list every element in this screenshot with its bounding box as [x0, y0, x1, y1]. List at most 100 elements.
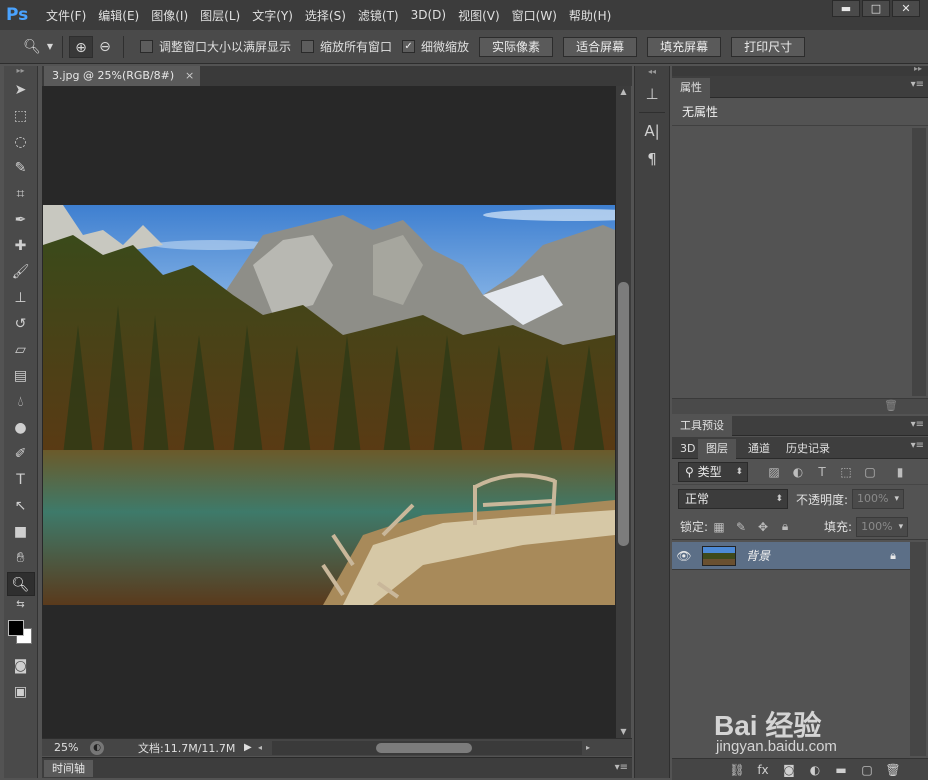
close-tab-icon[interactable]: × — [185, 66, 194, 86]
lock-all-icon[interactable]: 🔒︎ — [774, 519, 796, 534]
healing-brush-tool-icon[interactable]: ✚ — [7, 234, 35, 258]
status-menu-arrow-icon[interactable]: ▶ — [244, 742, 258, 753]
lock-position-icon[interactable]: ✥ — [752, 520, 774, 534]
filter-shape-icon[interactable]: ⬚ — [834, 465, 858, 479]
expand-icon[interactable]: ▸▸ — [914, 64, 922, 73]
zoom-out-icon[interactable]: ⊖ — [93, 36, 117, 58]
zoom-all-windows-checkbox[interactable]: 缩放所有窗口 — [301, 38, 392, 55]
paragraph-panel-icon[interactable]: ¶ — [637, 147, 667, 171]
menu-select[interactable]: 选择(S) — [305, 7, 346, 24]
screen-mode-icon[interactable]: ▣ — [7, 680, 35, 704]
zoom-level-field[interactable]: 25% — [42, 741, 90, 754]
scrubby-zoom-checkbox[interactable]: ✓ 细微缩放 — [402, 38, 469, 55]
eraser-tool-icon[interactable]: ▱ — [7, 338, 35, 362]
menu-file[interactable]: 文件(F) — [46, 7, 86, 24]
lock-image-icon[interactable]: ✎ — [730, 520, 752, 534]
checkbox-checked[interactable]: ✓ — [402, 40, 416, 53]
checkbox-box[interactable] — [140, 40, 153, 53]
layer-filter-select[interactable]: ⚲ 类型 ⬍ — [678, 461, 748, 482]
print-size-button[interactable]: 打印尺寸 — [731, 36, 806, 57]
visibility-eye-icon[interactable]: 👁︎ — [672, 549, 696, 563]
delete-layer-icon[interactable]: 🗑︎ — [880, 763, 906, 777]
layer-row-background[interactable]: 👁︎ 背景 🔒︎ — [672, 542, 910, 570]
zoom-in-icon[interactable]: ⊕ — [69, 35, 93, 58]
opacity-field[interactable]: 100% ▾ — [852, 489, 905, 509]
close-window-button[interactable]: ✕ — [892, 0, 920, 17]
properties-scrollbar[interactable] — [912, 128, 926, 396]
vertical-scrollbar[interactable]: ▲ ▼ — [616, 86, 631, 738]
maximize-button[interactable]: □ — [862, 0, 890, 17]
actual-pixels-button[interactable]: 实际像素 — [479, 36, 554, 57]
collapse-icon[interactable]: ◂◂ — [635, 66, 669, 78]
filter-pixel-icon[interactable]: ▨ — [762, 465, 786, 479]
eyedropper-tool-icon[interactable]: ✒ — [7, 208, 35, 232]
fill-screen-button[interactable]: 填充屏幕 — [647, 36, 722, 57]
adjustment-layer-icon[interactable]: ◐ — [802, 763, 828, 777]
status-info-icon[interactable]: ◐ — [90, 740, 104, 755]
blend-mode-select[interactable]: 正常 ⬍ — [678, 489, 788, 509]
menu-layer[interactable]: 图层(L) — [200, 7, 240, 24]
checkbox-box[interactable] — [301, 40, 315, 53]
fill-field[interactable]: 100% ▾ — [856, 516, 909, 537]
foreground-color-swatch[interactable] — [7, 620, 24, 636]
menu-filter[interactable]: 滤镜(T) — [358, 7, 399, 24]
zoom-tool-preset-icon[interactable]: 🔍︎ — [20, 36, 44, 58]
rectangle-tool-icon[interactable]: ■ — [7, 520, 35, 544]
menu-help[interactable]: 帮助(H) — [569, 7, 611, 24]
marquee-tool-icon[interactable]: ⬚ — [7, 104, 35, 128]
filter-toggle-icon[interactable]: ▮ — [888, 465, 912, 479]
type-tool-icon[interactable]: T — [7, 468, 35, 492]
brush-tool-icon[interactable]: 🖌︎ — [7, 260, 35, 284]
layers-scrollbar[interactable] — [910, 542, 926, 756]
quick-selection-tool-icon[interactable]: ✎ — [7, 156, 35, 180]
layer-name[interactable]: 背景 — [746, 547, 890, 564]
vertical-scroll-thumb[interactable] — [618, 282, 629, 546]
collapse-icon[interactable]: ▸▸ — [4, 66, 37, 76]
panel-menu-icon[interactable]: ▾≡ — [911, 79, 924, 90]
history-brush-tool-icon[interactable]: ↺ — [7, 312, 35, 336]
tab-layers[interactable]: 图层 — [698, 439, 736, 459]
fit-screen-button[interactable]: 适合屏幕 — [563, 36, 638, 57]
document-tab[interactable]: 3.jpg @ 25%(RGB/8#) × — [44, 66, 201, 86]
lasso-tool-icon[interactable]: ◌ — [7, 130, 35, 154]
panel-menu-icon[interactable]: ▾≡ — [911, 440, 924, 451]
new-layer-icon[interactable]: ▢ — [854, 763, 880, 777]
panel-menu-icon[interactable]: ▾≡ — [911, 419, 924, 430]
horizontal-scrollbar[interactable] — [272, 740, 582, 755]
blur-tool-icon[interactable]: 💧︎ — [7, 390, 35, 414]
tab-channels[interactable]: 通道 — [740, 439, 778, 459]
zoom-tool-icon[interactable]: 🔍︎ — [6, 572, 35, 596]
hand-tool-icon[interactable]: ✋︎ — [7, 546, 35, 570]
trash-icon[interactable]: 🗑︎ — [884, 399, 898, 412]
minimize-button[interactable]: ▬ — [832, 0, 860, 17]
swap-colors-icon[interactable]: ⇆ — [7, 598, 35, 612]
scroll-left-icon[interactable]: ◂ — [258, 743, 268, 752]
dodge-tool-icon[interactable]: ● — [7, 416, 35, 440]
link-layers-icon[interactable]: ⛓︎ — [724, 763, 750, 777]
menu-edit[interactable]: 编辑(E) — [98, 7, 139, 24]
menu-type[interactable]: 文字(Y) — [252, 7, 293, 24]
quick-mask-icon[interactable]: ◙ — [7, 654, 35, 678]
scroll-up-icon[interactable]: ▲ — [616, 86, 631, 98]
filter-smart-object-icon[interactable]: ▢ — [858, 465, 882, 479]
new-group-icon[interactable]: ▬ — [828, 763, 854, 777]
canvas-area[interactable] — [42, 86, 616, 738]
character-panel-icon[interactable]: A| — [637, 119, 667, 143]
lock-transparent-icon[interactable]: ▦ — [708, 520, 730, 534]
tab-history[interactable]: 历史记录 — [778, 439, 838, 459]
clone-source-icon[interactable]: ⊥ — [637, 82, 667, 106]
tab-tool-presets[interactable]: 工具预设 — [672, 416, 732, 436]
menu-image[interactable]: 图像(I) — [151, 7, 188, 24]
scroll-down-icon[interactable]: ▼ — [616, 726, 631, 738]
menu-3d[interactable]: 3D(D) — [411, 8, 446, 22]
move-tool-icon[interactable]: ➤ — [7, 78, 35, 102]
tab-properties[interactable]: 属性 — [672, 78, 710, 98]
filter-type-icon[interactable]: T — [810, 465, 834, 479]
path-selection-tool-icon[interactable]: ↖ — [7, 494, 35, 518]
add-mask-icon[interactable]: ◙ — [776, 763, 802, 777]
preset-dropdown-icon[interactable]: ▼ — [44, 36, 56, 58]
panel-menu-icon[interactable]: ▾≡ — [615, 762, 628, 773]
scroll-right-icon[interactable]: ▸ — [586, 743, 598, 752]
filter-adjustment-icon[interactable]: ◐ — [786, 465, 810, 479]
menu-view[interactable]: 视图(V) — [458, 7, 500, 24]
